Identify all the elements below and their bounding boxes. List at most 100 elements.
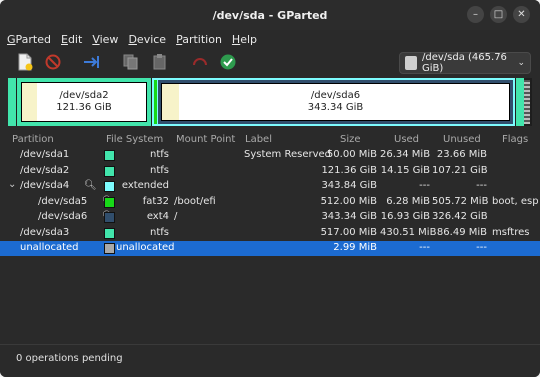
cell-partition: /dev/sda5	[38, 195, 88, 207]
header-partition[interactable]: Partition	[12, 134, 54, 145]
cell-label: System Reserved	[244, 149, 332, 160]
cell-used: 16.93 GiB	[380, 211, 430, 222]
toolbar: /dev/sda (465.76 GiB) ⌄	[0, 49, 540, 76]
cell-filesystem: unallocated	[116, 242, 175, 253]
partition-map-sda2-size: 121.36 GiB	[56, 102, 112, 113]
partition-map-sda1[interactable]	[8, 78, 16, 126]
cell-flags: msftres	[492, 226, 530, 238]
menu-partition[interactable]: Partition	[176, 33, 222, 46]
partition-map-sda4[interactable]: /dev/sda6 343.34 GiB	[152, 78, 515, 126]
table-row[interactable]: /dev/sda5🔍︎fat32/boot/efi512.00 MiB6.28 …	[0, 195, 540, 210]
paste-icon[interactable]	[151, 53, 169, 71]
header-used[interactable]: Used	[394, 134, 419, 145]
menu-bar: GParted Edit View Device Partition Help	[0, 30, 540, 48]
cell-partition: /dev/sda2	[20, 164, 70, 176]
cell-used: ---	[419, 180, 430, 191]
window-title: /dev/sda - GParted	[212, 8, 328, 22]
table-row[interactable]: ⌄ /dev/sda4 🔍︎ extended 343.84 GiB --- ---	[0, 179, 540, 194]
partition-map-unallocated[interactable]	[524, 78, 532, 126]
chevron-down-icon: ⌄	[517, 58, 525, 68]
cell-partition: unallocated	[20, 242, 79, 253]
cell-size: 50.00 MiB	[326, 149, 377, 160]
header-unused[interactable]: Unused	[443, 134, 481, 145]
cell-partition: /dev/sda4	[20, 180, 70, 191]
table-row[interactable]: /dev/sda3 ntfs 517.00 MiB 430.51 MiB 86.49 M…	[0, 226, 540, 241]
partition-map-sda6-name: /dev/sda6	[310, 90, 361, 101]
chevron-down-icon[interactable]: ⌄	[8, 179, 16, 190]
copy-icon[interactable]	[122, 53, 140, 71]
table-header: Partition File System Mount Point Label …	[0, 132, 540, 148]
filesystem-color-swatch	[104, 212, 115, 223]
menu-help[interactable]: Help	[232, 33, 257, 46]
cell-size: 2.99 MiB	[333, 242, 377, 253]
cell-size: 121.36 GiB	[321, 164, 377, 176]
close-button[interactable]: ✕	[513, 6, 530, 23]
status-text: 0 operations pending	[16, 353, 123, 364]
header-size[interactable]: Size	[340, 134, 361, 145]
header-filesystem[interactable]: File System	[106, 134, 163, 145]
gparted-window: /dev/sda - GParted – □ ✕ GParted Edit View…	[0, 0, 540, 377]
cell-flags: boot, esp	[492, 195, 539, 207]
maximize-button[interactable]: □	[490, 6, 507, 23]
new-partition-icon[interactable]	[16, 53, 34, 71]
minimize-button[interactable]: –	[467, 6, 484, 23]
cell-used: 26.34 MiB	[380, 149, 431, 160]
cell-size: 343.84 GiB	[321, 180, 377, 191]
cell-used: 430.51 MiB	[380, 226, 437, 238]
table-row[interactable]: /dev/sda6🔍︎ext4/343.34 GiB16.93 GiB326.4…	[0, 210, 540, 225]
cell-used: ---	[419, 242, 430, 253]
partition-map-sda6[interactable]: /dev/sda6 343.34 GiB	[158, 80, 513, 124]
cell-size: 343.34 GiB	[321, 211, 377, 222]
table-row[interactable]: /dev/sda1 ntfs System Reserved 50.00 MiB 26.…	[0, 148, 540, 163]
partition-map-sda3[interactable]	[516, 78, 524, 126]
cell-mount-point: /boot/efi	[174, 195, 216, 207]
partition-map[interactable]: /dev/sda2 121.36 GiB /dev/sda6 343.34 Gi…	[8, 78, 532, 126]
title-bar: /dev/sda - GParted – □ ✕	[0, 0, 540, 30]
cell-filesystem: fat32	[142, 195, 169, 207]
partition-map-sda5[interactable]	[154, 80, 157, 124]
disk-icon	[405, 56, 417, 70]
device-selector[interactable]: /dev/sda (465.76 GiB) ⌄	[399, 52, 531, 74]
cell-size: 517.00 MiB	[320, 226, 377, 238]
menu-edit[interactable]: Edit	[61, 33, 82, 46]
cell-size: 512.00 MiB	[320, 195, 377, 207]
unallocated-hatch	[524, 80, 530, 124]
filesystem-color-swatch	[104, 243, 115, 254]
cell-unused: ---	[476, 242, 487, 253]
key-icon: 🔍︎	[84, 180, 97, 191]
filesystem-color-swatch	[104, 181, 115, 192]
cell-filesystem: ntfs	[150, 149, 169, 160]
cell-used: 6.28 MiB	[386, 195, 430, 207]
filesystem-color-swatch	[104, 227, 115, 239]
apply-icon[interactable]	[219, 53, 237, 71]
cell-filesystem: ext4	[146, 211, 169, 222]
cell-unused: 86.49 MiB	[436, 226, 487, 238]
cell-filesystem: extended	[121, 180, 169, 191]
undo-icon[interactable]	[191, 53, 209, 71]
table-row[interactable]: unallocated unallocated 2.99 MiB --- ---	[0, 241, 540, 256]
cell-unused: 107.21 GiB	[432, 164, 488, 176]
status-bar: 0 operations pending	[0, 344, 540, 377]
header-mount-point[interactable]: Mount Point	[176, 134, 235, 145]
cell-mount-point: /	[174, 211, 178, 222]
filesystem-color-swatch	[104, 150, 115, 161]
device-selector-value: /dev/sda (465.76 GiB)	[422, 52, 507, 74]
cell-partition: /dev/sda6	[38, 211, 88, 222]
partition-map-sda2[interactable]: /dev/sda2 121.36 GiB	[17, 78, 151, 126]
menu-view[interactable]: View	[92, 33, 118, 46]
cell-unused: 23.66 MiB	[436, 149, 487, 160]
menu-device[interactable]: Device	[128, 33, 166, 46]
resize-move-icon[interactable]	[82, 53, 100, 71]
delete-icon[interactable]	[44, 53, 62, 71]
header-label[interactable]: Label	[245, 134, 272, 145]
partition-map-sda6-size: 343.34 GiB	[307, 102, 364, 113]
header-flags[interactable]: Flags	[502, 134, 528, 145]
cell-unused: ---	[476, 180, 487, 191]
cell-used: 14.15 GiB	[380, 164, 430, 176]
cell-partition: /dev/sda3	[20, 226, 70, 238]
table-row[interactable]: /dev/sda2 ntfs 121.36 GiB 14.15 GiB 107.21 G…	[0, 164, 540, 179]
cell-unused: 505.72 MiB	[432, 195, 489, 207]
filesystem-color-swatch	[104, 196, 115, 208]
cell-partition: /dev/sda1	[20, 149, 70, 160]
menu-gparted[interactable]: GParted	[7, 33, 51, 46]
